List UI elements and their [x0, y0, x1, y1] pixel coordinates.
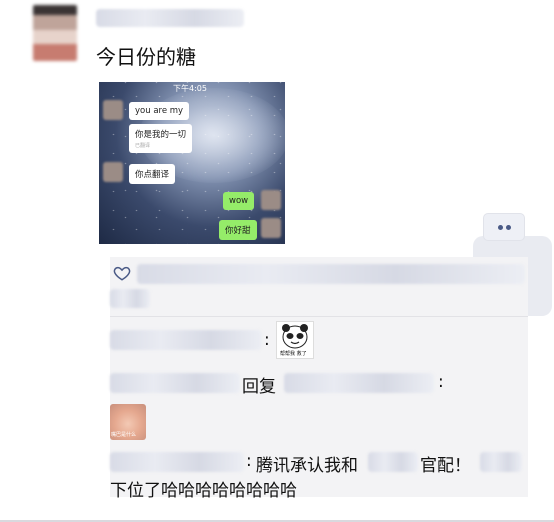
likes-list-blurred[interactable] [110, 289, 150, 308]
more-options-button[interactable] [483, 213, 525, 241]
photo-bubble-sub: 已翻译 [135, 143, 151, 149]
author-name-blurred[interactable] [96, 9, 244, 27]
baby-caption: 嘴巴是什么 [111, 432, 137, 438]
photo-bubble-right: 你好甜 [219, 220, 257, 240]
likes-list-blurred[interactable] [137, 264, 525, 284]
photo-time: 下午4:05 [173, 84, 207, 93]
reply-target-blurred[interactable] [284, 373, 434, 393]
stars-decoration [99, 82, 285, 244]
photo-avatar-left [103, 100, 123, 120]
post-photo[interactable]: 下午4:05 you are my 你是我的一切 已翻译 你点翻译 wow 你好… [99, 82, 285, 244]
mentioned-name-blurred[interactable] [368, 452, 418, 472]
comment-text: 腾讯承认我和 [256, 456, 358, 476]
panda-caption: 帮帮我 救了 [280, 351, 307, 357]
photo-bubble: you are my [129, 102, 190, 120]
reply-label: 回复 [242, 377, 276, 397]
photo-avatar-left [103, 162, 123, 182]
post-text: 今日份的糖 [96, 45, 196, 69]
commenter-name-blurred[interactable] [110, 452, 244, 472]
panda-sticker: 帮帮我 救了 [276, 321, 314, 359]
likes-divider [110, 316, 528, 317]
photo-bubble: 你是我的一切 已翻译 [129, 124, 193, 153]
photo-bubble-text: 你是我的一切 [135, 130, 187, 140]
comment-text-blurred [480, 452, 522, 472]
comment-colon: : [438, 372, 444, 392]
comment-colon: : [246, 451, 252, 471]
photo-avatar-right [261, 218, 281, 238]
commenter-name-blurred[interactable] [110, 330, 262, 350]
comment-colon: : [264, 330, 270, 350]
commenter-name-blurred[interactable] [110, 373, 240, 393]
photo-bubble: 你点翻译 [129, 164, 176, 184]
heart-icon [113, 266, 131, 281]
photo-avatar-right [261, 190, 281, 210]
author-avatar[interactable] [33, 5, 77, 61]
comment-text: 官配！ [420, 456, 471, 476]
comment-text-line2: 下位了哈哈哈哈哈哈哈哈 [110, 481, 297, 501]
photo-bubble-right: wow [223, 192, 255, 210]
